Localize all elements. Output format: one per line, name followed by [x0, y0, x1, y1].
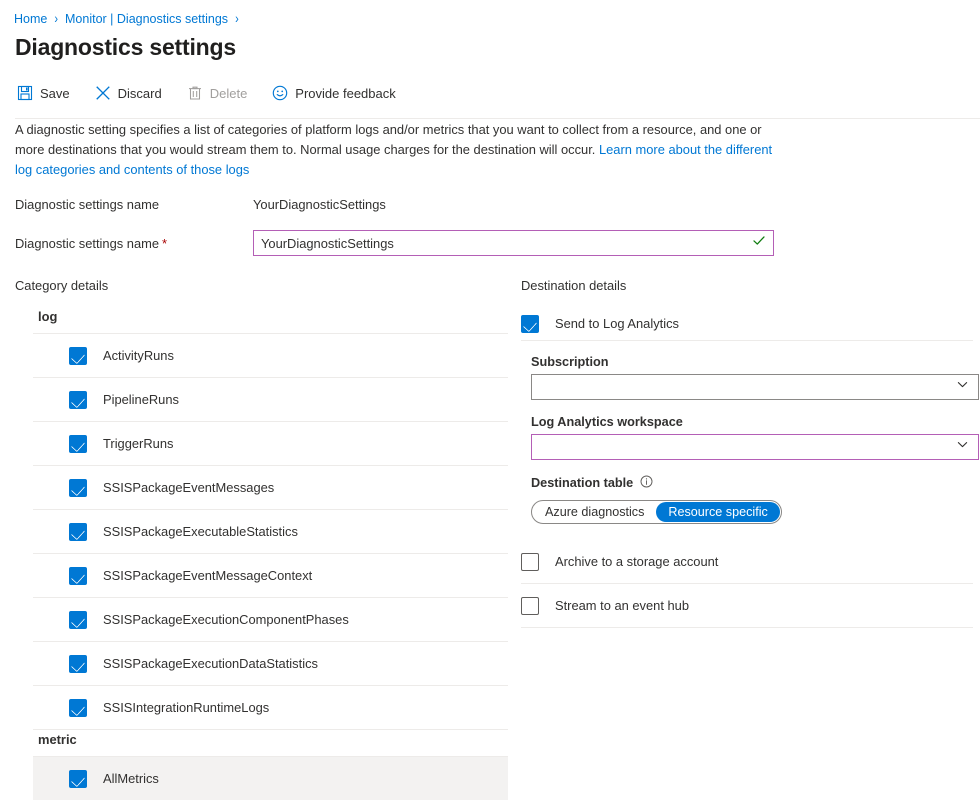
delete-label: Delete — [210, 86, 248, 101]
discard-label: Discard — [118, 86, 162, 101]
log-analytics-workspace-label-text: Log Analytics workspace — [531, 415, 683, 429]
trash-icon — [187, 85, 203, 101]
category-label: SSISPackageEventMessages — [103, 480, 274, 495]
checkbox-pipelineruns[interactable] — [69, 391, 87, 409]
destination-table-toggle[interactable]: Azure diagnostics Resource specific — [531, 500, 782, 524]
save-label: Save — [40, 86, 70, 101]
checkbox-send-to-log-analytics[interactable] — [521, 315, 539, 333]
log-analytics-workspace-label: Log Analytics workspace — [531, 415, 973, 429]
subscription-dropdown[interactable] — [531, 374, 979, 400]
smiley-icon — [272, 85, 288, 101]
category-row-activityruns[interactable]: ActivityRuns — [33, 334, 508, 378]
category-group-header-log: log — [33, 307, 508, 334]
checkbox-ssispackageeventmessages[interactable] — [69, 479, 87, 497]
category-label: SSISPackageExecutableStatistics — [103, 524, 298, 539]
log-analytics-fields: Subscription Log Analytics workspace — [521, 341, 973, 524]
category-label: SSISIntegrationRuntimeLogs — [103, 700, 269, 715]
category-row-ssispackageeventmessages[interactable]: SSISPackageEventMessages — [33, 466, 508, 510]
destination-table-label: Destination table — [531, 475, 973, 491]
command-bar-divider — [15, 118, 980, 119]
stream-to-event-hub-row[interactable]: Stream to an event hub — [521, 584, 973, 628]
category-label: TriggerRuns — [103, 436, 173, 451]
category-details-panel: Category details log ActivityRuns Pipeli… — [0, 278, 500, 800]
required-marker: * — [162, 236, 167, 251]
settings-columns: Category details log ActivityRuns Pipeli… — [0, 256, 980, 800]
category-label: SSISPackageExecutionDataStatistics — [103, 656, 318, 671]
breadcrumb: Home › Monitor | Diagnostics settings › — [0, 0, 980, 28]
category-row-triggerruns[interactable]: TriggerRuns — [33, 422, 508, 466]
log-analytics-workspace-dropdown[interactable] — [531, 434, 979, 460]
provide-feedback-label: Provide feedback — [295, 86, 395, 101]
discard-button[interactable]: Discard — [95, 81, 173, 105]
breadcrumb-item-home[interactable]: Home — [14, 11, 47, 27]
category-group-header-metric: metric — [33, 730, 508, 757]
checkbox-ssispackageeventmessagecontext[interactable] — [69, 567, 87, 585]
category-row-ssispackageeventmessagecontext[interactable]: SSISPackageEventMessageContext — [33, 554, 508, 598]
provide-feedback-button[interactable]: Provide feedback — [272, 81, 406, 105]
breadcrumb-item-monitor-diagnostics-settings[interactable]: Monitor | Diagnostics settings — [65, 11, 228, 27]
category-label: AllMetrics — [103, 771, 159, 786]
archive-to-storage-account-row[interactable]: Archive to a storage account — [521, 540, 973, 584]
send-to-log-analytics-row[interactable]: Send to Log Analytics — [521, 307, 973, 341]
category-label: PipelineRuns — [103, 392, 179, 407]
destination-table-label-text: Destination table — [531, 476, 633, 490]
other-destinations: Archive to a storage account Stream to a… — [521, 540, 973, 628]
destination-options: Send to Log Analytics Subscription — [508, 307, 973, 628]
diagnostic-settings-name-field-row: Diagnostic settings name* — [0, 230, 980, 256]
subscription-label: Subscription — [531, 355, 973, 369]
diagnostic-settings-name-input[interactable] — [253, 230, 774, 256]
destination-table-option-azure-diagnostics[interactable]: Azure diagnostics — [533, 502, 656, 522]
checkbox-ssispackageexecutablestatistics[interactable] — [69, 523, 87, 541]
send-to-log-analytics-label: Send to Log Analytics — [555, 316, 679, 331]
checkbox-stream-to-event-hub[interactable] — [521, 597, 539, 615]
subscription-label-text: Subscription — [531, 355, 609, 369]
field-spacer — [531, 460, 973, 475]
category-label: SSISPackageEventMessageContext — [103, 568, 312, 583]
checkbox-ssisintegrationruntimelogs[interactable] — [69, 699, 87, 717]
breadcrumb-separator-icon: › — [54, 9, 58, 29]
diagnostic-settings-name-label-text: Diagnostic settings name — [15, 236, 159, 251]
diagnostic-settings-name-readonly-label: Diagnostic settings name — [15, 197, 253, 212]
diagnostic-settings-name-input-wrapper — [253, 230, 774, 256]
info-icon[interactable] — [640, 475, 653, 491]
category-row-ssispackageexecutioncomponentphases[interactable]: SSISPackageExecutionComponentPhases — [33, 598, 508, 642]
category-label: ActivityRuns — [103, 348, 174, 363]
save-icon — [17, 85, 33, 101]
breadcrumb-separator-icon: › — [235, 9, 239, 29]
destination-details-panel: Destination details Send to Log Analytic… — [500, 278, 980, 800]
checkbox-triggerruns[interactable] — [69, 435, 87, 453]
checkbox-ssispackageexecutiondatastatistics[interactable] — [69, 655, 87, 673]
close-icon — [95, 85, 111, 101]
page-title: Diagnostics settings — [0, 28, 980, 62]
diagnostic-settings-name-label: Diagnostic settings name* — [15, 236, 253, 251]
category-row-ssisintegrationruntimelogs[interactable]: SSISIntegrationRuntimeLogs — [33, 686, 508, 730]
destination-details-heading: Destination details — [508, 278, 980, 293]
checkbox-ssispackageexecutioncomponentphases[interactable] — [69, 611, 87, 629]
checkbox-activityruns[interactable] — [69, 347, 87, 365]
command-bar: Save Discard Delete — [0, 62, 980, 106]
chevron-down-icon — [956, 438, 969, 456]
archive-to-storage-account-label: Archive to a storage account — [555, 554, 718, 569]
category-list: log ActivityRuns PipelineRuns TriggerRun… — [33, 307, 508, 800]
checkbox-archive-to-storage-account[interactable] — [521, 553, 539, 571]
category-row-ssispackageexecutiondatastatistics[interactable]: SSISPackageExecutionDataStatistics — [33, 642, 508, 686]
diagnostic-settings-name-readonly-row: Diagnostic settings name YourDiagnosticS… — [0, 193, 980, 215]
category-row-ssispackageexecutablestatistics[interactable]: SSISPackageExecutableStatistics — [33, 510, 508, 554]
stream-to-event-hub-label: Stream to an event hub — [555, 598, 689, 613]
category-label: SSISPackageExecutionComponentPhases — [103, 612, 349, 627]
category-details-heading: Category details — [15, 278, 500, 293]
field-spacer — [531, 400, 973, 415]
category-row-pipelineruns[interactable]: PipelineRuns — [33, 378, 508, 422]
delete-button: Delete — [187, 81, 259, 105]
diagnostic-settings-name-readonly-value: YourDiagnosticSettings — [253, 197, 386, 212]
category-row-allmetrics[interactable]: AllMetrics — [33, 757, 508, 800]
chevron-down-icon — [956, 378, 969, 396]
destination-table-option-resource-specific[interactable]: Resource specific — [656, 502, 779, 522]
save-button[interactable]: Save — [17, 81, 81, 105]
checkbox-allmetrics[interactable] — [69, 770, 87, 788]
